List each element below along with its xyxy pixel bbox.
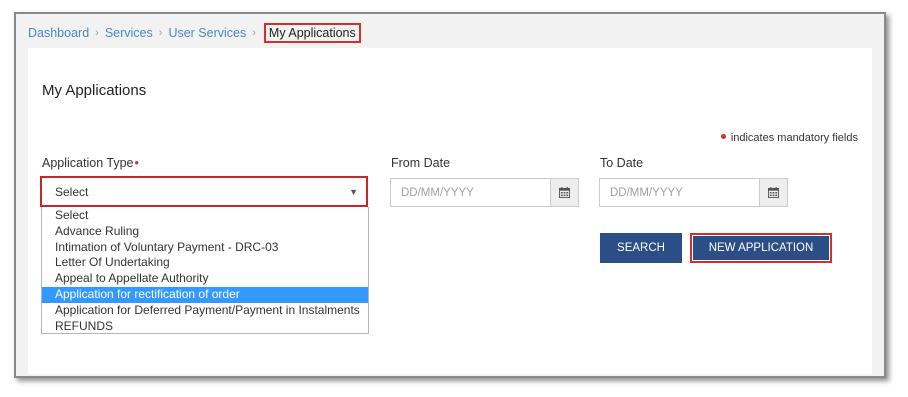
from-date-group	[390, 178, 579, 207]
breadcrumb-dashboard[interactable]: Dashboard	[28, 26, 89, 40]
required-dot-icon	[720, 133, 726, 139]
breadcrumb-current: My Applications	[263, 23, 361, 43]
dropdown-option-appeal-appellate-authority[interactable]: Appeal to Appellate Authority	[42, 271, 368, 287]
required-marker: •	[134, 156, 139, 170]
calendar-icon	[768, 187, 779, 198]
application-type-label: Application Type•	[42, 156, 139, 170]
dropdown-option-letter-of-undertaking[interactable]: Letter Of Undertaking	[42, 255, 368, 271]
calendar-icon	[559, 187, 570, 198]
dropdown-option-intimation-voluntary-payment[interactable]: Intimation of Voluntary Payment - DRC-03	[42, 240, 368, 256]
caret-down-icon: ▼	[349, 186, 358, 197]
breadcrumb-services[interactable]: Services	[105, 26, 153, 40]
search-button[interactable]: SEARCH	[600, 233, 682, 263]
mandatory-note: indicates mandatory fields	[720, 132, 858, 144]
breadcrumb-separator: ›	[252, 27, 256, 39]
to-date-label: To Date	[600, 156, 644, 170]
application-type-label-text: Application Type	[42, 156, 134, 170]
dropdown-option-select[interactable]: Select	[42, 208, 368, 224]
application-type-select[interactable]: Select ▼	[40, 176, 368, 207]
to-date-group	[599, 178, 788, 207]
dropdown-option-deferred-payment[interactable]: Application for Deferred Payment/Payment…	[42, 303, 368, 319]
from-date-label: From Date	[391, 156, 451, 170]
dropdown-option-advance-ruling[interactable]: Advance Ruling	[42, 224, 368, 240]
new-application-button[interactable]: NEW APPLICATION	[690, 233, 832, 263]
to-date-calendar-button[interactable]	[759, 178, 788, 207]
breadcrumb-separator: ›	[95, 27, 99, 39]
breadcrumb-user-services[interactable]: User Services	[168, 26, 246, 40]
page-title: My Applications	[42, 82, 147, 99]
dropdown-option-refunds[interactable]: REFUNDS	[42, 319, 368, 335]
application-type-selected-value: Select	[55, 184, 89, 199]
mandatory-note-text: indicates mandatory fields	[730, 132, 858, 144]
from-date-calendar-button[interactable]	[550, 178, 579, 207]
application-type-dropdown: Select Advance Ruling Intimation of Volu…	[41, 207, 369, 334]
breadcrumb: Dashboard › Services › User Services › M…	[28, 23, 361, 43]
dropdown-option-rectification-of-order[interactable]: Application for rectification of order	[42, 286, 368, 303]
to-date-input[interactable]	[599, 178, 759, 207]
from-date-input[interactable]	[390, 178, 550, 207]
breadcrumb-separator: ›	[158, 27, 163, 39]
